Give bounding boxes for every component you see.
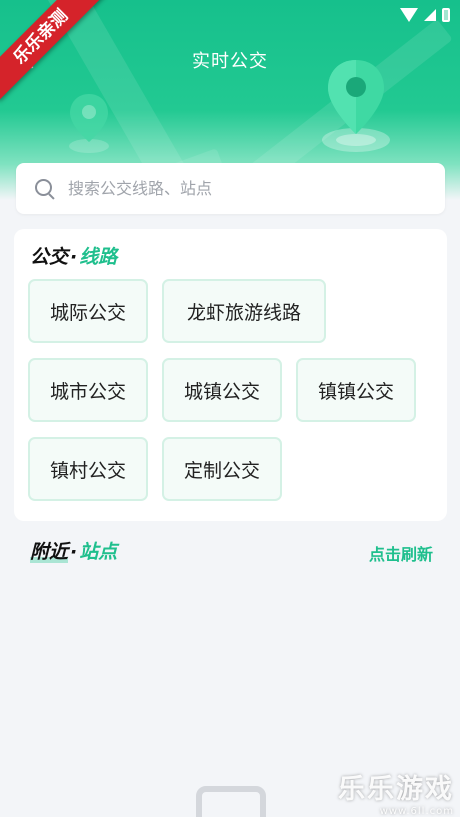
watermark: 乐乐游戏 www.6ll.com bbox=[338, 767, 454, 817]
route-chip-town[interactable]: 城镇公交 bbox=[162, 358, 282, 422]
battery-icon bbox=[442, 8, 450, 22]
signal-icon bbox=[424, 9, 436, 21]
nearby-title-main: 附近 bbox=[30, 537, 69, 564]
routes-title-accent: 线路 bbox=[79, 246, 118, 268]
refresh-button[interactable]: 点击刷新 bbox=[369, 541, 433, 565]
nearby-title: 附近 · 站点 bbox=[30, 537, 117, 564]
status-bar bbox=[400, 6, 450, 24]
nearby-title-dot: · bbox=[70, 541, 78, 563]
routes-title-dot: · bbox=[70, 246, 78, 268]
route-chip-city[interactable]: 城市公交 bbox=[28, 358, 148, 422]
search-bar[interactable] bbox=[16, 163, 445, 214]
empty-state-icon bbox=[196, 786, 266, 817]
routes-card: 公交 · 线路 城际公交 龙虾旅游线路 城市公交 城镇公交 镇镇公交 镇村公交 … bbox=[14, 229, 447, 521]
route-chip-intercity[interactable]: 城际公交 bbox=[28, 279, 148, 343]
route-chip-village[interactable]: 镇村公交 bbox=[28, 437, 148, 501]
map-pin-icon bbox=[322, 60, 390, 152]
route-chip-custom[interactable]: 定制公交 bbox=[162, 437, 282, 501]
routes-title-main: 公交 bbox=[30, 242, 69, 269]
wifi-icon bbox=[400, 8, 418, 22]
nearby-title-accent: 站点 bbox=[79, 541, 118, 563]
route-chip-town-to-town[interactable]: 镇镇公交 bbox=[296, 358, 416, 422]
watermark-brand: 乐乐游戏 bbox=[338, 774, 454, 805]
search-icon bbox=[34, 178, 56, 200]
search-input[interactable] bbox=[68, 179, 408, 198]
routes-title: 公交 · 线路 bbox=[30, 242, 117, 269]
map-pin-icon bbox=[69, 94, 109, 153]
route-chip-crayfish-tour[interactable]: 龙虾旅游线路 bbox=[162, 279, 326, 343]
watermark-url: www.6ll.com bbox=[379, 806, 454, 817]
